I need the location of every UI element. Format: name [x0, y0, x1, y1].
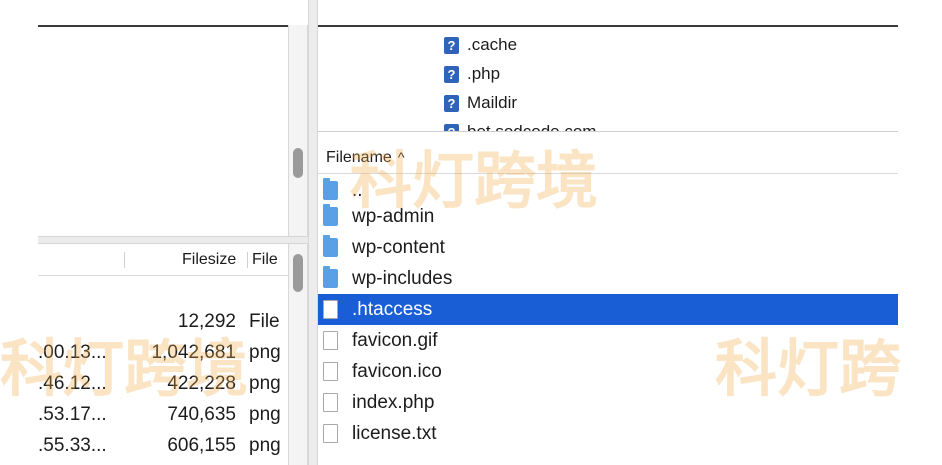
list-item[interactable]: wp-admin	[318, 201, 898, 232]
table-row[interactable]: .55.33... 606,155 png	[38, 430, 288, 461]
unknown-question-icon: ?	[444, 95, 459, 113]
tree-item[interactable]: ? .cache	[444, 31, 517, 59]
local-tree-scroll-thumb[interactable]	[293, 148, 303, 178]
file-icon	[323, 424, 338, 443]
filesize-cell: 606,155	[167, 435, 236, 456]
tree-item[interactable]: ? Maildir	[444, 89, 517, 117]
list-item[interactable]: favicon.gif	[318, 325, 898, 356]
list-item[interactable]: favicon.ico	[318, 356, 898, 387]
folder-icon	[323, 178, 338, 200]
filename-column-header[interactable]: Filename	[326, 149, 392, 166]
filetype-cell: png	[249, 435, 281, 456]
remote-file-list: Filename ^ .. wp-admin wp-content wp-incl…	[318, 131, 898, 465]
filesize-column-header[interactable]: Filesize	[182, 251, 236, 269]
file-name: license.txt	[352, 423, 437, 444]
filesize-cell: 1,042,681	[151, 342, 236, 363]
file-name: .htaccess	[352, 299, 433, 320]
local-list-scrollbar[interactable]	[288, 244, 308, 465]
vertical-pane-divider[interactable]	[308, 0, 318, 465]
column-separator	[124, 252, 125, 268]
local-tree-scrollbar[interactable]	[288, 25, 308, 236]
table-row[interactable]: .00.13... 1,042,681 png	[38, 337, 288, 368]
filesize-cell: 740,635	[167, 404, 236, 425]
file-icon	[323, 300, 338, 319]
table-row[interactable]: .53.17... 740,635 png	[38, 399, 288, 430]
filetype-cell: png	[249, 342, 281, 363]
filetype-cell: png	[249, 404, 281, 425]
local-file-list: Filesize File 12,292 File .00.13... 1,04…	[38, 244, 288, 465]
folder-icon	[323, 235, 338, 257]
date-cell: .53.17...	[38, 404, 107, 425]
tree-item-label: bet.sodcode.com	[467, 122, 596, 131]
filesize-cell: 12,292	[177, 311, 236, 332]
local-list-scroll-thumb[interactable]	[293, 254, 303, 292]
filetype-column-header[interactable]: File	[252, 251, 278, 269]
tree-item-label: Maildir	[467, 93, 518, 112]
tree-item[interactable]: ? bet.sodcode.com	[444, 118, 596, 131]
folder-icon	[323, 266, 338, 288]
tree-item-label: .php	[467, 64, 501, 83]
local-tree-pane[interactable]	[38, 25, 288, 235]
unknown-question-icon: ?	[444, 37, 459, 55]
tree-item[interactable]: ? .php	[444, 60, 500, 88]
table-row[interactable]: 12,292 File	[38, 306, 288, 337]
sort-ascending-icon: ^	[397, 149, 405, 165]
unknown-question-icon: ?	[444, 124, 459, 131]
file-name: index.php	[352, 392, 435, 413]
local-list-header: Filesize File	[38, 244, 288, 276]
date-cell: .00.13...	[38, 342, 107, 363]
tree-item-label: .cache	[467, 35, 518, 54]
filetype-cell: File	[249, 311, 280, 332]
filesize-cell: 422,228	[167, 373, 236, 394]
date-cell: .46.12...	[38, 373, 107, 394]
list-item-selected[interactable]: .htaccess	[318, 294, 898, 325]
file-name: wp-admin	[352, 206, 435, 227]
file-name: wp-includes	[352, 268, 453, 289]
left-pane-divider[interactable]	[38, 236, 308, 244]
file-icon	[323, 331, 338, 350]
list-item[interactable]: license.txt	[318, 418, 898, 449]
file-icon	[323, 393, 338, 412]
column-separator	[247, 252, 248, 268]
unknown-question-icon: ?	[444, 66, 459, 84]
list-item[interactable]: wp-includes	[318, 263, 898, 294]
list-item[interactable]: wp-content	[318, 232, 898, 263]
remote-tree-pane[interactable]: ? .cache ? .php ? Maildir ? bet.sodcode.com	[318, 25, 898, 131]
file-name: wp-content	[352, 237, 445, 258]
list-item[interactable]: index.php	[318, 387, 898, 418]
table-row[interactable]: .46.12... 422,228 png	[38, 368, 288, 399]
filetype-cell: png	[249, 373, 281, 394]
file-icon	[323, 362, 338, 381]
date-cell: .55.33...	[38, 435, 107, 456]
folder-icon	[323, 204, 338, 226]
file-name: favicon.gif	[352, 330, 438, 351]
file-name: favicon.ico	[352, 361, 442, 382]
remote-list-header[interactable]: Filename ^	[318, 142, 898, 174]
